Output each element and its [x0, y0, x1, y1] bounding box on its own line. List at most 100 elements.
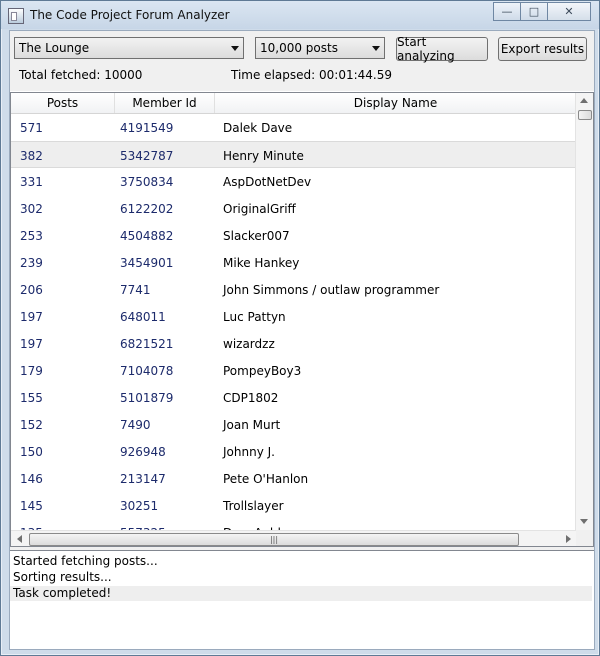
log-line: Sorting results...	[13, 570, 112, 584]
scroll-up-icon[interactable]	[580, 98, 588, 103]
toolbar: The Lounge 10,000 posts Start analyzing …	[10, 31, 594, 91]
cell-display-name: PompeyBoy3	[223, 364, 302, 378]
cell-posts: 150	[20, 445, 43, 459]
results-grid: Posts Member Id Display Name 571 4191549 D…	[10, 92, 594, 547]
close-button[interactable]: ✕	[548, 2, 591, 21]
table-row[interactable]: 197 6821521 wizardzz	[11, 330, 576, 357]
cell-posts: 253	[20, 229, 43, 243]
vertical-scrollbar[interactable]	[575, 93, 593, 530]
start-analyzing-button[interactable]: Start analyzing	[396, 35, 488, 63]
cell-member-id: 6821521	[120, 337, 174, 351]
cell-member-id: 5101879	[120, 391, 174, 405]
cell-posts: 146	[20, 472, 43, 486]
log-line: Started fetching posts...	[13, 554, 158, 568]
cell-display-name: John Simmons / outlaw programmer	[223, 283, 440, 297]
time-elapsed-label: Time elapsed:	[231, 68, 316, 82]
scroll-down-icon[interactable]	[580, 519, 588, 524]
cell-posts: 145	[20, 499, 43, 513]
app-window: The Code Project Forum Analyzer — □ ✕ Th…	[0, 0, 600, 656]
cell-posts: 197	[20, 310, 43, 324]
cell-posts: 331	[20, 175, 43, 189]
cell-display-name: Joan Murt	[223, 418, 281, 432]
export-results-button[interactable]: Export results	[498, 37, 587, 61]
cell-display-name: wizardzz	[223, 337, 275, 351]
chevron-down-icon	[372, 46, 380, 51]
table-row[interactable]: 152 7490 Joan Murt	[11, 411, 576, 438]
column-header-posts[interactable]: Posts	[11, 93, 115, 113]
cell-member-id: 213147	[120, 472, 166, 486]
minimize-icon: —	[501, 5, 513, 18]
minimize-button[interactable]: —	[493, 2, 521, 21]
cell-display-name: Mike Hankey	[223, 256, 300, 270]
close-icon: ✕	[564, 5, 574, 18]
table-row[interactable]: 145 30251 Trollslayer	[11, 492, 576, 519]
cell-display-name: Dalek Dave	[223, 121, 293, 135]
cell-member-id: 7490	[120, 418, 151, 432]
cell-member-id: 3454901	[120, 256, 174, 270]
cell-member-id: 648011	[120, 310, 166, 324]
table-row[interactable]: 179 7104078 PompeyBoy3	[11, 357, 576, 384]
cell-member-id: 3750834	[120, 175, 174, 189]
total-fetched-value: 10000	[104, 68, 143, 82]
table-row[interactable]: 135557325DaveAuld	[11, 519, 576, 530]
caption-buttons: — □ ✕	[493, 2, 591, 21]
cell-posts: 155	[20, 391, 43, 405]
table-row[interactable]: 197 648011 Luc Pattyn	[11, 303, 576, 330]
scroll-right-icon[interactable]	[566, 535, 571, 543]
grip-icon: |||	[269, 535, 279, 544]
cell-display-name: Trollslayer	[223, 499, 284, 513]
post-count-combobox[interactable]: 10,000 posts	[255, 37, 385, 59]
log-panel[interactable]: Started fetching posts... Sorting result…	[10, 550, 594, 649]
horizontal-scroll-thumb[interactable]: |||	[29, 533, 519, 546]
table-row[interactable]: 382 5342787 Henry Minute	[11, 141, 576, 168]
cell-display-name: AspDotNetDev	[223, 175, 312, 189]
cell-display-name: Luc Pattyn	[223, 310, 286, 324]
cell-posts: 239	[20, 256, 43, 270]
cell-posts: 152	[20, 418, 43, 432]
vertical-scroll-thumb[interactable]	[578, 110, 592, 120]
table-row[interactable]: 331 3750834 AspDotNetDev	[11, 168, 576, 195]
cell-member-id: 4504882	[120, 229, 174, 243]
maximize-icon: □	[528, 5, 540, 18]
table-row[interactable]: 206 7741 John Simmons / outlaw programmer	[11, 276, 576, 303]
table-row[interactable]: 150 926948 Johnny J.	[11, 438, 576, 465]
cell-display-name: OriginalGriff	[223, 202, 296, 216]
horizontal-scrollbar[interactable]: |||	[11, 530, 577, 546]
table-row[interactable]: 253 4504882 Slacker007	[11, 222, 576, 249]
scroll-left-icon[interactable]	[17, 535, 22, 543]
cell-display-name: Pete O'Hanlon	[223, 472, 309, 486]
table-row[interactable]: 239 3454901 Mike Hankey	[11, 249, 576, 276]
maximize-button[interactable]: □	[521, 2, 548, 21]
title-bar[interactable]: The Code Project Forum Analyzer — □ ✕	[1, 1, 599, 29]
client-area: The Lounge 10,000 posts Start analyzing …	[9, 30, 595, 650]
cell-posts: 571	[20, 121, 43, 135]
total-fetched-info: Total fetched: 10000	[19, 68, 142, 82]
table-row[interactable]: 155 5101879 CDP1802	[11, 384, 576, 411]
table-row[interactable]: 571 4191549 Dalek Dave	[11, 114, 576, 141]
cell-display-name: CDP1802	[223, 391, 279, 405]
total-fetched-label: Total fetched:	[19, 68, 101, 82]
post-count-combobox-value: 10,000 posts	[260, 41, 338, 55]
cell-posts: 197	[20, 337, 43, 351]
cell-display-name: Henry Minute	[223, 149, 304, 163]
cell-member-id: 4191549	[120, 121, 174, 135]
cell-posts: 206	[20, 283, 43, 297]
chevron-down-icon	[231, 46, 239, 51]
table-row[interactable]: 302 6122202 OriginalGriff	[11, 195, 576, 222]
cell-posts: 382	[20, 149, 43, 163]
app-icon[interactable]	[8, 8, 24, 24]
cell-member-id: 926948	[120, 445, 166, 459]
log-line-selected: Task completed!	[10, 586, 592, 601]
cell-posts: 179	[20, 364, 43, 378]
column-header-display-name[interactable]: Display Name	[215, 93, 577, 113]
cell-member-id: 7741	[120, 283, 151, 297]
time-elapsed-value: 00:01:44.59	[319, 68, 392, 82]
column-header-member-id[interactable]: Member Id	[115, 93, 215, 113]
cell-posts: 302	[20, 202, 43, 216]
cell-display-name: Slacker007	[223, 229, 290, 243]
table-row[interactable]: 146 213147 Pete O'Hanlon	[11, 465, 576, 492]
time-elapsed-info: Time elapsed: 00:01:44.59	[231, 68, 392, 82]
forum-combobox[interactable]: The Lounge	[14, 37, 244, 59]
grid-header: Posts Member Id Display Name	[11, 93, 577, 114]
cell-member-id: 30251	[120, 499, 159, 513]
